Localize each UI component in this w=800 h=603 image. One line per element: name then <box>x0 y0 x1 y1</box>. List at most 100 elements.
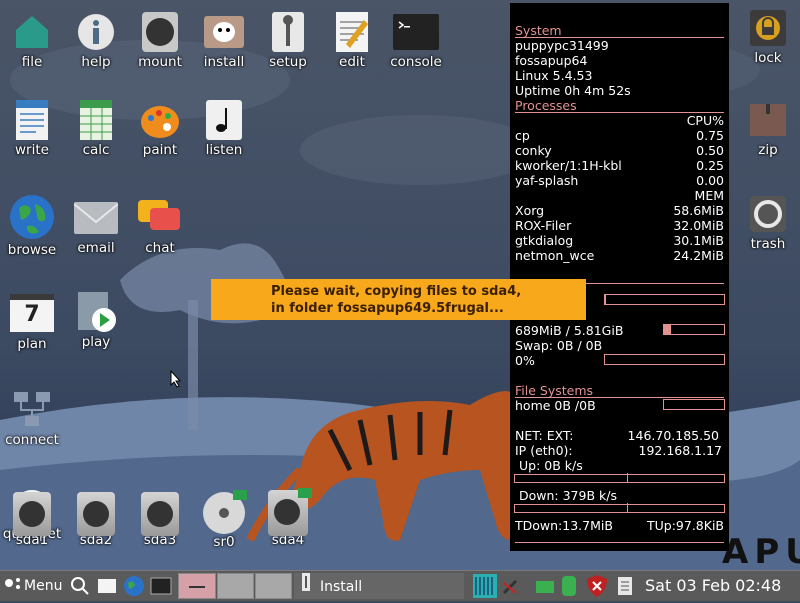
desktop-icon-label: paint <box>142 142 178 158</box>
desktop-icon-label: trash <box>750 236 786 252</box>
drive-sr0[interactable]: sr0 <box>189 490 259 550</box>
text-editor-icon <box>332 12 372 52</box>
hostname: puppypc31499 <box>515 38 609 53</box>
desktop-icon-calc[interactable]: calc <box>61 100 131 158</box>
swap-usage-bar <box>604 354 725 365</box>
desktop-icon-label: lock <box>754 50 782 66</box>
fs-home-bar <box>663 399 725 410</box>
desktop-icon-setup[interactable]: setup <box>253 12 323 70</box>
desktop-icon-edit[interactable]: edit <box>317 12 387 70</box>
process-value: 58.6MiB <box>673 203 724 218</box>
process-name: netmon_wce <box>515 248 595 263</box>
cpu-header-row: CPU% <box>515 113 724 128</box>
ram-usage-bar <box>663 324 725 335</box>
process-value: 32.0MiB <box>673 218 724 233</box>
puppy-menu-icon <box>2 573 24 599</box>
process-name: kworker/1:1H-kbl <box>515 158 622 173</box>
download-speed: Down: 379B k/s <box>519 488 617 503</box>
ip-label: IP (eth0): <box>515 443 573 458</box>
menu-button[interactable]: Menu <box>2 573 66 599</box>
notification-line-1: Please wait, copying files to sda4, <box>271 284 522 299</box>
desktop-icon-email[interactable]: email <box>61 198 131 256</box>
workspace-2[interactable] <box>217 573 254 599</box>
search-icon[interactable] <box>69 573 91 599</box>
drive-sda4[interactable]: sda4 <box>253 488 323 548</box>
desktop-icon-connect[interactable]: connect <box>0 390 67 448</box>
process-row: yaf-splash 0.00 <box>515 173 724 188</box>
process-name: Xorg <box>515 203 545 218</box>
task-label: Install <box>320 579 363 595</box>
desktop-icon-file[interactable]: file <box>0 12 67 70</box>
process-row: cp 0.75 <box>515 128 724 143</box>
folder-icon[interactable] <box>534 573 556 599</box>
net-ext-ip: 146.70.185.50 <box>627 428 719 443</box>
distro: fossapup64 <box>515 53 588 68</box>
palette-icon <box>140 100 180 140</box>
globe-icon <box>9 194 55 240</box>
ip-value: 192.168.1.17 <box>638 443 723 458</box>
drive-sda3[interactable]: sda3 <box>125 492 195 548</box>
network-monitor-icon[interactable] <box>472 573 498 599</box>
desktop-icon-label: mount <box>138 54 182 70</box>
mem-header: MEM <box>694 188 724 203</box>
drive-sda2[interactable]: sda2 <box>61 492 131 548</box>
desktop-icon-paint[interactable]: paint <box>125 100 195 158</box>
process-row: netmon_wce 24.2MiB <box>515 248 724 263</box>
calendar-icon: 7 <box>10 294 54 334</box>
upload-speed: Up: 0B k/s <box>519 458 583 473</box>
desktop-icon-plan[interactable]: 7 plan <box>0 294 67 352</box>
wrench-icon <box>268 12 308 52</box>
envelope-icon <box>73 198 119 238</box>
desktop-icon-label: email <box>77 240 115 256</box>
network-icon <box>12 390 52 430</box>
puppy-install-icon <box>204 12 244 52</box>
desktop-icon-console[interactable]: console <box>381 12 451 70</box>
desktop-icon-write[interactable]: write <box>0 100 67 158</box>
show-desktop-icon[interactable] <box>96 573 118 599</box>
drive-sda1[interactable]: sda1 <box>0 492 67 548</box>
desktop-icon-label: edit <box>339 54 365 70</box>
terminal-launcher-icon[interactable] <box>150 573 172 599</box>
desktop-icon-chat[interactable]: chat <box>125 198 195 256</box>
process-row: ROX-Filer 32.0MiB <box>515 218 724 233</box>
desktop-icon-zip[interactable]: zip <box>733 100 800 158</box>
workspace-3[interactable] <box>255 573 292 599</box>
process-name: gtkdialog <box>515 233 574 248</box>
browser-launcher-icon[interactable] <box>123 573 145 599</box>
total-download: TDown:13.7MiB <box>515 518 613 533</box>
drive-icon <box>141 492 179 536</box>
workspace-1[interactable] <box>178 573 216 599</box>
desktop-icon-trash[interactable]: trash <box>733 194 800 252</box>
desktop-icon-label: chat <box>145 240 175 256</box>
lock-icon <box>748 8 788 48</box>
desktop-icon-label: help <box>81 54 111 70</box>
process-value: 24.2MiB <box>673 248 724 263</box>
video-play-icon <box>74 292 118 332</box>
process-row: kworker/1:1H-kbl 0.25 <box>515 158 724 173</box>
desktop-icon-label: file <box>21 54 43 70</box>
network-disconnected-icon[interactable] <box>500 573 520 599</box>
clock[interactable]: Sat 03 Feb 02:48 <box>645 573 800 599</box>
net-ext-row: NET: EXT: 146.70.185.50 <box>515 428 724 443</box>
desktop-icon-label: browse <box>7 242 57 258</box>
desktop-icon-label: write <box>15 142 49 158</box>
save-drive-icon[interactable] <box>558 573 580 599</box>
task-install[interactable]: Install <box>294 573 464 599</box>
ip-row: IP (eth0): 192.168.1.17 <box>515 443 724 458</box>
desktop-icon-listen[interactable]: listen <box>189 100 259 158</box>
firewall-shield-icon[interactable] <box>585 573 609 599</box>
mouse-cursor <box>170 369 182 392</box>
process-value: 0.50 <box>696 143 724 158</box>
process-value: 0.75 <box>696 128 724 143</box>
desktop-icon-mount[interactable]: mount <box>125 12 195 70</box>
desktop-icon-play[interactable]: play <box>61 292 131 350</box>
spreadsheet-icon <box>76 100 116 140</box>
desktop-icon-lock[interactable]: lock <box>733 8 800 66</box>
desktop-icon-browse[interactable]: browse <box>0 194 67 258</box>
traffic-totals-row: TDown:13.7MiB TUp:97.8KiB <box>515 518 724 533</box>
clipboard-icon[interactable] <box>615 573 635 599</box>
process-row: conky 0.50 <box>515 143 724 158</box>
section-header-filesystems: File Systems <box>515 383 594 398</box>
desktop-icon-help[interactable]: help <box>61 12 131 70</box>
desktop-icon-install[interactable]: install <box>189 12 259 70</box>
